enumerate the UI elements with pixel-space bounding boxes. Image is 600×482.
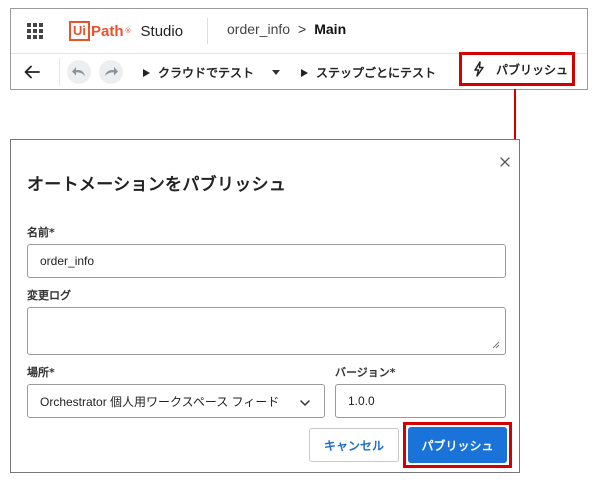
breadcrumb-separator: > — [298, 21, 307, 37]
test-in-cloud-button[interactable]: クラウドでテスト — [143, 64, 281, 81]
location-select[interactable]: Orchestrator 個人用ワークスペース フィード — [27, 384, 325, 418]
step-test-label: ステップごとにテスト — [316, 66, 437, 80]
breadcrumb-project[interactable]: order_info — [227, 21, 290, 37]
publish-button[interactable]: パブリッシュ — [408, 427, 507, 463]
header-divider — [207, 18, 208, 44]
undo-icon — [72, 67, 85, 76]
name-input-value: order_info — [40, 254, 95, 268]
studio-header: Ui Path ® Studio order_info > Main — [11, 9, 587, 54]
publish-icon — [474, 61, 484, 77]
location-label: 場所* — [27, 366, 55, 379]
breadcrumb-current: Main — [314, 21, 347, 37]
changelog-label: 変更ログ — [27, 289, 71, 302]
studio-window: Ui Path ® Studio order_info > Main クラウドで… — [10, 8, 588, 90]
chevron-down-icon — [300, 400, 310, 406]
chevron-down-icon[interactable] — [272, 70, 281, 75]
logo-studio: Studio — [140, 22, 184, 40]
redo-icon — [105, 67, 118, 76]
step-test-button[interactable]: ステップごとにテスト — [301, 64, 436, 81]
version-input[interactable]: 1.0.0 — [335, 384, 506, 418]
studio-toolbar: クラウドでテスト ステップごとにテスト パブリッシュ — [11, 52, 587, 90]
changelog-textarea[interactable] — [27, 307, 506, 355]
play-icon — [301, 68, 308, 77]
close-icon[interactable] — [499, 156, 511, 168]
toolbar-publish-label: パブリッシュ — [496, 62, 569, 77]
cancel-button[interactable]: キャンセル — [309, 428, 399, 462]
logo-ui: Ui — [69, 21, 90, 41]
toolbar-publish-button[interactable]: パブリッシュ — [459, 52, 575, 86]
uipath-logo: Ui Path ® Studio — [69, 20, 183, 42]
resize-grip-icon[interactable] — [492, 341, 500, 349]
app-launcher-icon[interactable] — [27, 23, 43, 39]
location-select-value: Orchestrator 個人用ワークスペース フィード — [40, 394, 280, 409]
logo-path: Path — [91, 22, 124, 40]
dialog-title: オートメーションをパブリッシュ — [27, 175, 287, 195]
play-icon — [143, 68, 150, 77]
redo-button[interactable] — [99, 60, 123, 84]
breadcrumb: order_info > Main — [227, 21, 346, 37]
logo-tm: ® — [124, 27, 132, 35]
toolbar-divider — [59, 58, 60, 86]
back-arrow-icon[interactable] — [23, 63, 41, 81]
version-input-value: 1.0.0 — [348, 394, 375, 408]
undo-button[interactable] — [67, 60, 91, 84]
name-label: 名前* — [27, 226, 55, 239]
test-in-cloud-label: クラウドでテスト — [158, 66, 255, 80]
name-input[interactable]: order_info — [27, 244, 506, 278]
publish-dialog: オートメーションをパブリッシュ 名前* order_info 変更ログ 場所* … — [10, 139, 520, 473]
version-label: バージョン* — [335, 366, 396, 379]
